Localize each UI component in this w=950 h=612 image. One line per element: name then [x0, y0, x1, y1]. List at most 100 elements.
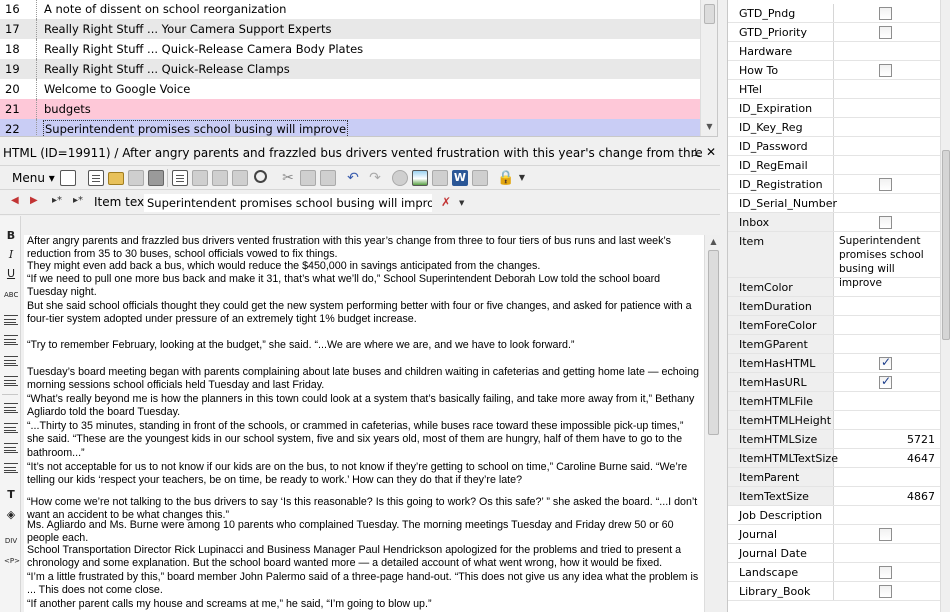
- list-item[interactable]: 16 A note of dissent on school reorganiza…: [0, 0, 700, 19]
- attribute-checkbox[interactable]: [879, 26, 892, 39]
- delete-icon[interactable]: ✗: [441, 195, 451, 209]
- save-icon[interactable]: [148, 170, 164, 186]
- attribute-checkbox[interactable]: [879, 585, 892, 598]
- outdent-icon[interactable]: [4, 443, 18, 453]
- attribute-checkbox[interactable]: [879, 7, 892, 20]
- new-document-icon[interactable]: [60, 170, 76, 186]
- bold-icon[interactable]: B: [4, 229, 18, 243]
- attribute-checkbox[interactable]: [879, 528, 892, 541]
- attribute-row[interactable]: ID_Serial_Number: [728, 194, 950, 213]
- attribute-row[interactable]: How To: [728, 61, 950, 80]
- paste-icon[interactable]: [320, 170, 336, 186]
- undo-icon[interactable]: ↶: [345, 170, 361, 186]
- print-preview-icon[interactable]: [172, 170, 188, 186]
- open-folder-icon[interactable]: [108, 172, 124, 185]
- align-left-icon[interactable]: [4, 315, 18, 325]
- pane-splitter[interactable]: [720, 0, 727, 612]
- add-child-icon[interactable]: ▸*: [73, 195, 83, 206]
- document-icon[interactable]: [88, 170, 104, 186]
- zoom-page-icon[interactable]: [232, 170, 248, 186]
- find-replace-icon[interactable]: [212, 170, 228, 186]
- insert-object-icon[interactable]: [392, 170, 408, 186]
- word-icon[interactable]: W: [452, 170, 468, 186]
- zoom-icon[interactable]: [254, 170, 267, 183]
- bulleted-list-icon[interactable]: [4, 403, 18, 413]
- attribute-row[interactable]: ID_RegEmail: [728, 156, 950, 175]
- item-title[interactable]: Really Right Stuff ... Your Camera Suppo…: [44, 19, 700, 39]
- list-item[interactable]: 21 budgets: [0, 99, 700, 119]
- attribute-row[interactable]: ItemHasHTML: [728, 354, 950, 373]
- attribute-row[interactable]: ItemGParent: [728, 335, 950, 354]
- html-editor[interactable]: After angry parents and frazzled bus dri…: [24, 235, 704, 612]
- attribute-row[interactable]: ItemColor: [728, 278, 950, 297]
- attribute-row[interactable]: ItemHTMLHeight: [728, 411, 950, 430]
- chevron-down-icon[interactable]: ▼: [459, 199, 464, 207]
- underline-icon[interactable]: U: [4, 267, 18, 281]
- attribute-row[interactable]: Journal: [728, 525, 950, 544]
- attribute-checkbox[interactable]: [879, 216, 892, 229]
- item-list[interactable]: 16 A note of dissent on school reorganiza…: [0, 0, 718, 137]
- attribute-row[interactable]: ItemHTMLSize 5721: [728, 430, 950, 449]
- redo-icon[interactable]: ↷: [367, 170, 383, 186]
- item-title[interactable]: budgets: [44, 99, 700, 119]
- pin-icon[interactable]: ⊥: [691, 146, 701, 159]
- list-item[interactable]: 18 Really Right Stuff ... Quick-Release C…: [0, 39, 700, 59]
- attribute-row[interactable]: Hardware: [728, 42, 950, 61]
- attribute-row[interactable]: ItemTextSize 4867: [728, 487, 950, 506]
- attribute-row[interactable]: Journal Date: [728, 544, 950, 563]
- attribute-row[interactable]: ID_Key_Reg: [728, 118, 950, 137]
- list-item[interactable]: 22 Superintendent promises school busing …: [0, 119, 700, 136]
- item-text-input[interactable]: [144, 194, 432, 212]
- scroll-down-icon[interactable]: ▼: [701, 120, 717, 134]
- list-scrollbar[interactable]: ▼: [700, 0, 717, 136]
- attribute-row[interactable]: GTD_Priority: [728, 23, 950, 42]
- find-icon[interactable]: [192, 170, 208, 186]
- scroll-thumb[interactable]: [942, 150, 950, 340]
- numbered-list-icon[interactable]: [4, 423, 18, 433]
- paragraph-icon[interactable]: <P>: [4, 554, 20, 568]
- scroll-thumb[interactable]: [704, 4, 715, 24]
- attribute-row[interactable]: ItemHasURL: [728, 373, 950, 392]
- attribute-row[interactable]: ID_Password: [728, 137, 950, 156]
- align-right-icon[interactable]: [4, 356, 18, 366]
- scroll-thumb[interactable]: [708, 250, 719, 435]
- list-item[interactable]: 20 Welcome to Google Voice: [0, 79, 700, 99]
- strikethrough-icon[interactable]: ABC: [4, 288, 18, 302]
- attribute-value[interactable]: 5721: [835, 430, 941, 449]
- edit-icon[interactable]: [128, 170, 144, 186]
- attribute-row[interactable]: Job Description: [728, 506, 950, 525]
- attribute-value[interactable]: 4867: [835, 487, 941, 506]
- attribute-row[interactable]: GTD_Pndg: [728, 4, 950, 23]
- attribute-row[interactable]: ItemDuration: [728, 297, 950, 316]
- attribute-grid[interactable]: GTD_Pndg GTD_Priority Hardware How To HTel ID…: [727, 0, 950, 612]
- attribute-row[interactable]: Landscape: [728, 563, 950, 582]
- insert-image-icon[interactable]: [412, 170, 428, 186]
- attribute-row[interactable]: Library_Book: [728, 582, 950, 601]
- highlight-icon[interactable]: ◈: [4, 508, 18, 522]
- attribute-checkbox[interactable]: [879, 374, 892, 389]
- justify-icon[interactable]: [4, 376, 18, 386]
- item-title[interactable]: Really Right Stuff ... Quick-Release Cla…: [44, 59, 700, 79]
- attribute-row[interactable]: ID_Expiration: [728, 99, 950, 118]
- indent-icon[interactable]: [4, 463, 18, 473]
- attribute-row[interactable]: ItemHTMLTextSize 4647: [728, 449, 950, 468]
- attribute-checkbox[interactable]: [879, 64, 892, 77]
- insert-table-icon[interactable]: [432, 170, 448, 186]
- div-icon[interactable]: DIV: [4, 534, 18, 548]
- attribute-row[interactable]: ItemForeColor: [728, 316, 950, 335]
- list-item[interactable]: 19 Really Right Stuff ... Quick-Release C…: [0, 59, 700, 79]
- item-title[interactable]: Welcome to Google Voice: [44, 79, 700, 99]
- add-sibling-icon[interactable]: ▸*: [52, 195, 62, 206]
- italic-icon[interactable]: I: [4, 248, 18, 262]
- attribute-value[interactable]: 4647: [835, 449, 941, 468]
- attribute-checkbox[interactable]: [879, 355, 892, 370]
- previous-item-icon[interactable]: ◀: [11, 195, 19, 206]
- align-center-icon[interactable]: [4, 335, 18, 345]
- comment-icon[interactable]: [472, 170, 488, 186]
- chevron-down-icon[interactable]: ▼: [514, 170, 530, 186]
- attribute-row[interactable]: ID_Registration: [728, 175, 950, 194]
- item-title[interactable]: Superintendent promises school busing wi…: [42, 120, 349, 136]
- attribute-checkbox[interactable]: [879, 178, 892, 191]
- attribute-row[interactable]: Item Superintendent promises school busin…: [728, 232, 950, 289]
- copy-icon[interactable]: [300, 170, 316, 186]
